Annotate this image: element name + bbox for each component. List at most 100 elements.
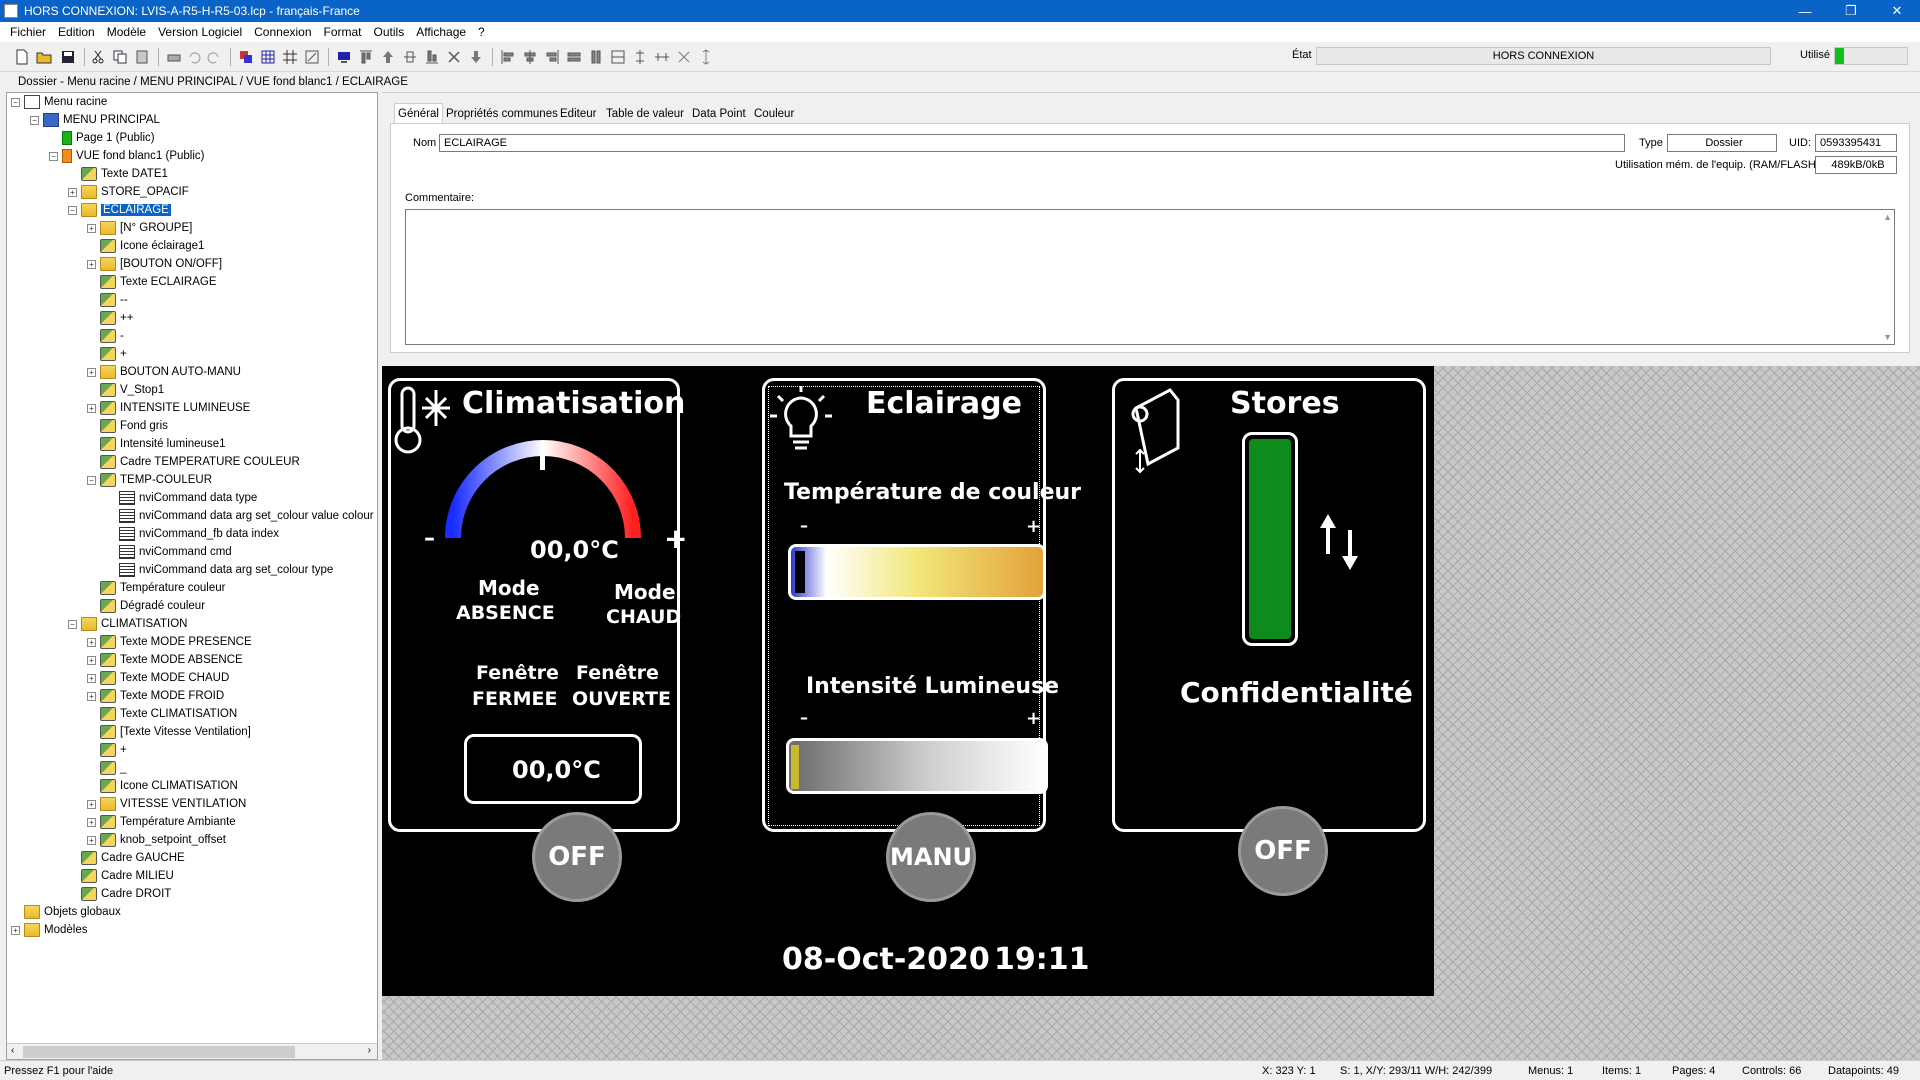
tree-node[interactable]: − TEMP-COULEUR [87,471,212,489]
eclairage-manu-button[interactable]: MANU [886,812,976,902]
open-folder-icon[interactable] [36,49,52,65]
tree-node[interactable]: + Texte MODE FROID [87,687,224,705]
color-temp-slider[interactable] [788,544,1046,600]
tree-expander-icon[interactable]: + [11,925,20,935]
tree-expander-icon[interactable]: + [87,223,96,233]
cut-icon[interactable] [90,49,106,65]
stores-level-bar[interactable] [1242,432,1298,646]
tree-node[interactable]: Fond gris [87,417,168,435]
stores-off-button[interactable]: OFF [1238,806,1328,896]
distribute-h-icon[interactable] [654,49,670,65]
temperature-gauge[interactable] [444,428,642,548]
tree-node[interactable]: + STORE_OPACIF [68,183,189,201]
tree-expander-icon[interactable]: + [87,637,96,647]
menu-format[interactable]: Format [318,25,368,39]
color-temp-plus[interactable]: + [1026,516,1041,537]
tree-node[interactable]: + [87,741,127,759]
scroll-thumb[interactable] [23,1046,295,1058]
tab-table-de-valeur[interactable]: Table de valeur [602,103,688,123]
tree-node[interactable]: nviCommand data arg set_colour value col… [106,507,374,525]
menu-version-logiciel[interactable]: Version Logiciel [152,25,248,39]
tree-expander-icon[interactable]: + [87,259,96,269]
up-down-arrows-icon[interactable] [1316,510,1366,574]
tree-expander-icon[interactable]: − [11,97,20,107]
tree-node[interactable]: + Texte MODE PRESENCE [87,633,252,651]
tree-expander-icon[interactable]: − [49,151,58,161]
tree-expander-icon[interactable]: + [87,817,96,827]
menu-affichage[interactable]: Affichage [410,25,472,39]
align-left-icon[interactable] [500,49,516,65]
tab-proprietes-communes[interactable]: Propriétés communes [442,103,562,123]
tree-node[interactable]: Texte DATE1 [68,165,168,183]
tree-node[interactable]: − Menu racine [11,93,107,111]
bring-front-icon[interactable] [238,49,254,65]
tree-node[interactable]: + Modèles [11,921,87,939]
align-up-icon[interactable] [380,49,396,65]
minimize-button[interactable]: — [1782,0,1828,22]
menu-help[interactable]: ? [472,25,491,39]
tree-node[interactable]: Cadre TEMPERATURE COULEUR [87,453,300,471]
intensity-minus[interactable]: – [800,708,808,727]
menu-edition[interactable]: Edition [52,25,101,39]
distribute-v-icon[interactable] [632,49,648,65]
tree-node[interactable]: + [N° GROUPE] [87,219,192,237]
align-down-icon[interactable] [468,49,484,65]
tree-horizontal-scrollbar[interactable]: ‹ › [7,1043,377,1059]
tree-expander-icon[interactable]: − [68,619,77,629]
color-temp-minus[interactable]: – [800,516,808,535]
hmi-screen[interactable]: Climatisation – + 00,0°C Mode ABSENCE Mo… [382,366,1434,996]
same-width-icon[interactable] [566,49,582,65]
tree-expander-icon[interactable]: + [87,655,96,665]
tree-node[interactable]: − VUE fond blanc1 (Public) [49,147,204,165]
tree-node[interactable]: nviCommand data arg set_colour type [106,561,333,579]
tree-node[interactable]: Icone éclairage1 [87,237,204,255]
align-middle-icon[interactable] [402,49,418,65]
tree-node[interactable]: Dégradé couleur [87,597,205,615]
paste-icon[interactable] [134,49,150,65]
redo-icon[interactable] [206,49,222,65]
tree-node[interactable]: Cadre GAUCHE [68,849,185,867]
tree-expander-icon[interactable]: + [87,367,96,377]
tree-node[interactable]: − CLIMATISATION [68,615,187,633]
tree-node[interactable]: + [BOUTON ON/OFF] [87,255,222,273]
tree-node[interactable]: V_Stop1 [87,381,164,399]
same-height-icon[interactable] [588,49,604,65]
intensity-slider[interactable] [786,738,1048,794]
clim-off-button[interactable]: OFF [532,812,622,902]
tree-node[interactable]: [Texte Vitesse Ventilation] [87,723,251,741]
same-size-icon[interactable] [610,49,626,65]
delete-icon[interactable] [446,49,462,65]
tree-node[interactable]: + Texte MODE CHAUD [87,669,229,687]
intensity-handle[interactable] [791,745,799,789]
intensity-plus[interactable]: + [1026,708,1041,729]
tab-general[interactable]: Général [394,103,443,124]
tree-expander-icon[interactable]: + [87,835,96,845]
comment-textarea[interactable]: ▲ ▼ [405,209,1895,345]
tree-node[interactable]: -- [87,291,128,309]
tree-node[interactable]: Texte CLIMATISATION [87,705,237,723]
align-top-icon[interactable] [358,49,374,65]
scroll-right-icon[interactable]: › [368,1045,371,1056]
hash-grid-icon[interactable] [282,49,298,65]
tree-node[interactable]: Objets globaux [11,903,121,921]
tree-expander-icon[interactable]: − [68,205,77,215]
tree-expander-icon[interactable]: + [68,187,77,197]
clim-minus[interactable]: – [424,526,435,551]
tree-node[interactable]: - [87,327,124,345]
tree-expander-icon[interactable]: + [87,799,96,809]
tree-node[interactable]: Température couleur [87,579,225,597]
copy-icon[interactable] [112,49,128,65]
nom-field[interactable]: ECLAIRAGE [439,134,1625,152]
tab-data-point[interactable]: Data Point [688,103,750,123]
screen-icon[interactable] [336,49,352,65]
tree-node[interactable]: + BOUTON AUTO-MANU [87,363,241,381]
tree-node[interactable]: + Température Ambiante [87,813,236,831]
tree-node[interactable]: Texte ECLAIRAGE [87,273,217,291]
menu-fichier[interactable]: Fichier [4,25,52,39]
tree-node[interactable]: + Texte MODE ABSENCE [87,651,243,669]
tree-node[interactable]: nviCommand cmd [106,543,232,561]
undo-icon[interactable] [186,49,202,65]
space-even-icon[interactable] [676,49,692,65]
tree-expander-icon[interactable]: − [30,115,39,125]
scroll-left-icon[interactable]: ‹ [11,1045,14,1056]
